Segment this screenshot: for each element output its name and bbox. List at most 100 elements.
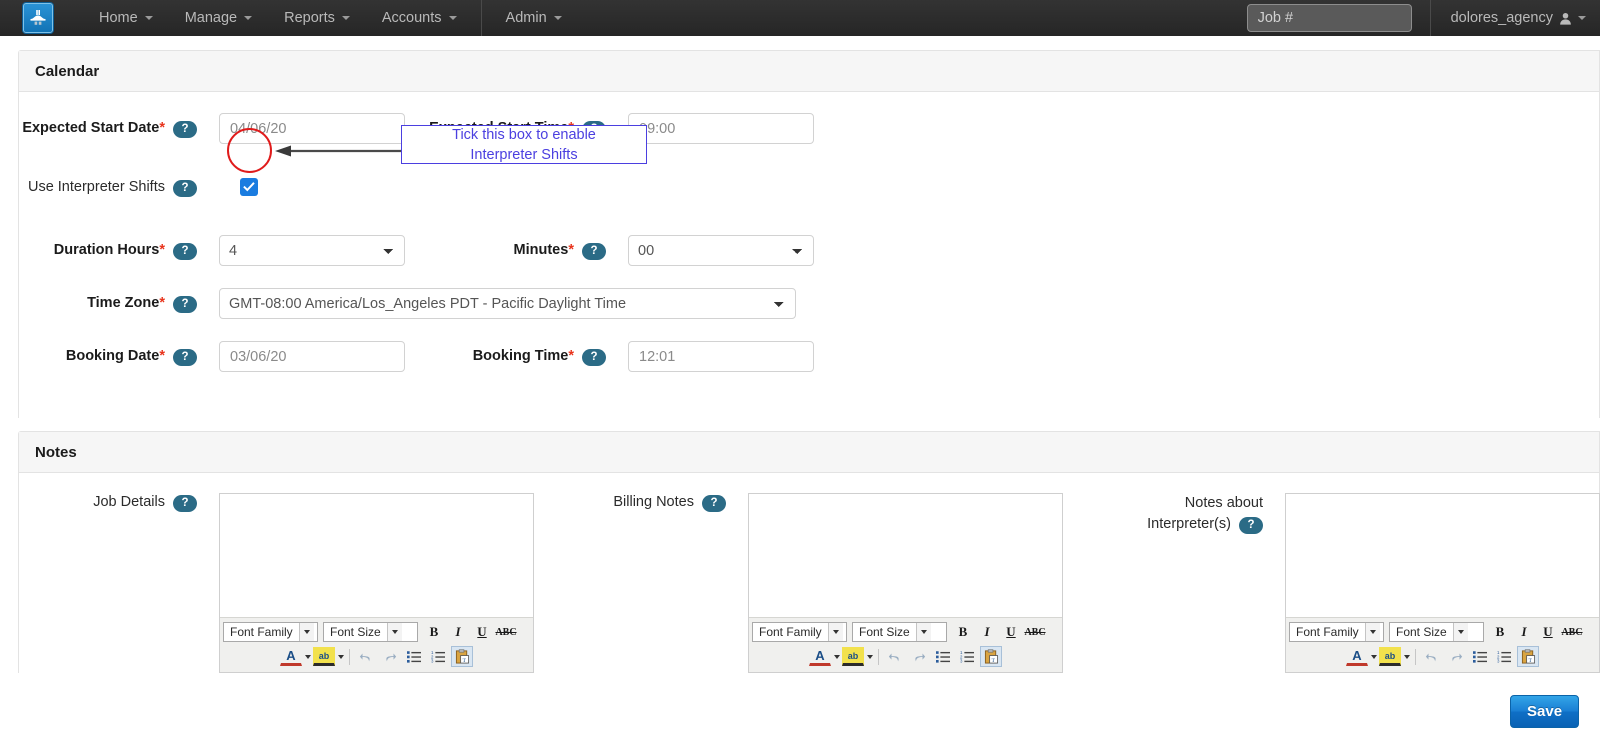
undo-icon[interactable] [884, 646, 906, 667]
chevron-down-icon [915, 623, 931, 641]
italic-icon[interactable]: I [976, 622, 998, 643]
required-marker: * [159, 295, 165, 311]
billing-notes-textarea[interactable] [749, 494, 1062, 617]
chevron-down-icon[interactable] [305, 654, 311, 659]
expected-start-date-input[interactable] [219, 113, 405, 144]
nav-item-accounts[interactable]: Accounts [366, 0, 473, 36]
job-details-editor[interactable]: Font Family Font Size B I U ABC A ab 1 2… [219, 493, 534, 673]
help-icon[interactable]: ? [173, 494, 197, 512]
anvil-logo-icon[interactable] [23, 3, 53, 33]
field-minutes: Minutes* ? 00 [428, 235, 814, 266]
font-family-select[interactable]: Font Family [1289, 622, 1384, 642]
field-booking-date: Booking Date* ? [19, 341, 405, 372]
chevron-down-icon[interactable] [867, 654, 873, 659]
italic-icon[interactable]: I [1513, 622, 1535, 643]
duration-hours-label: Duration Hours* ? [19, 235, 197, 260]
save-button[interactable]: Save [1510, 695, 1580, 728]
bullet-list-icon[interactable] [403, 646, 425, 667]
bold-icon[interactable]: B [1489, 622, 1511, 643]
chevron-down-icon[interactable] [1404, 654, 1410, 659]
paste-as-text-icon[interactable]: T [1517, 646, 1539, 667]
nav-item-manage[interactable]: Manage [169, 0, 268, 36]
underline-icon[interactable]: U [1537, 622, 1559, 643]
chevron-down-icon[interactable] [834, 654, 840, 659]
chevron-down-icon [827, 623, 843, 641]
job-details-label: Job Details ? [19, 493, 197, 512]
nav-item-reports[interactable]: Reports [268, 0, 366, 36]
bold-icon[interactable]: B [423, 622, 445, 643]
booking-time-input[interactable] [628, 341, 814, 372]
help-icon[interactable]: ? [173, 295, 197, 313]
help-icon[interactable]: ? [173, 348, 197, 366]
numbered-list-icon[interactable]: 1 2 3 [427, 646, 449, 667]
main-nav: Home Manage Reports Accounts Admin [83, 0, 578, 36]
time-zone-select[interactable]: GMT-08:00 America/Los_Angeles PDT - Paci… [219, 288, 796, 319]
bullet-list-icon[interactable] [1469, 646, 1491, 667]
chevron-down-icon [341, 16, 350, 20]
job-details-textarea[interactable] [220, 494, 533, 617]
nav-item-label: Reports [284, 10, 335, 26]
strikethrough-icon[interactable]: ABC [495, 622, 517, 643]
font-color-icon[interactable]: A [280, 647, 302, 666]
help-icon[interactable]: ? [582, 348, 606, 366]
help-icon[interactable]: ? [1239, 516, 1263, 534]
notes-about-interpreters-editor[interactable]: Font Family Font Size B I U ABC A ab 1 2… [1285, 493, 1600, 673]
nav-item-home[interactable]: Home [83, 0, 169, 36]
chevron-down-icon [144, 16, 153, 20]
redo-icon[interactable] [379, 646, 401, 667]
required-marker: * [159, 242, 165, 258]
booking-date-input[interactable] [219, 341, 405, 372]
expected-start-time-input[interactable] [628, 113, 814, 144]
checkmark-icon [243, 182, 255, 192]
paste-as-text-icon[interactable]: T [451, 646, 473, 667]
font-family-select[interactable]: Font Family [752, 622, 847, 642]
duration-hours-select[interactable]: 4 [219, 235, 405, 266]
help-icon[interactable]: ? [702, 494, 726, 512]
highlight-icon[interactable]: ab [842, 647, 864, 666]
billing-notes-editor[interactable]: Font Family Font Size B I U ABC A ab 1 2… [748, 493, 1063, 673]
font-color-icon[interactable]: A [1346, 647, 1368, 666]
undo-icon[interactable] [1421, 646, 1443, 667]
bold-icon[interactable]: B [952, 622, 974, 643]
font-size-select[interactable]: Font Size [323, 622, 418, 642]
underline-icon[interactable]: U [1000, 622, 1022, 643]
nav-divider [480, 0, 482, 36]
italic-icon[interactable]: I [447, 622, 469, 643]
font-color-icon[interactable]: A [809, 647, 831, 666]
help-icon[interactable]: ? [173, 179, 197, 197]
chevron-down-icon[interactable] [338, 654, 344, 659]
job-number-search-input[interactable] [1246, 4, 1412, 32]
numbered-list-icon[interactable]: 1 2 3 [1493, 646, 1515, 667]
font-family-select[interactable]: Font Family [223, 622, 318, 642]
chevron-down-icon[interactable] [1371, 654, 1377, 659]
strikethrough-icon[interactable]: ABC [1561, 622, 1583, 643]
paste-as-text-icon[interactable]: T [980, 646, 1002, 667]
undo-icon[interactable] [355, 646, 377, 667]
font-size-select[interactable]: Font Size [852, 622, 947, 642]
redo-icon[interactable] [1445, 646, 1467, 667]
booking-date-label: Booking Date* ? [19, 341, 197, 366]
job-details-toolbar: Font Family Font Size B I U ABC A ab 1 2… [220, 617, 533, 672]
underline-icon[interactable]: U [471, 622, 493, 643]
notes-editors-row: Job Details ? Font Family Font Size B I … [19, 473, 1600, 673]
bullet-list-icon[interactable] [932, 646, 954, 667]
use-interpreter-shifts-checkbox[interactable] [240, 178, 258, 196]
help-icon[interactable]: ? [173, 242, 197, 260]
font-size-select[interactable]: Font Size [1389, 622, 1484, 642]
user-account-label: dolores_agency [1450, 10, 1553, 26]
user-account-menu[interactable]: dolores_agency [1431, 0, 1600, 36]
help-icon[interactable]: ? [173, 120, 197, 138]
strikethrough-icon[interactable]: ABC [1024, 622, 1046, 643]
minutes-select[interactable]: 00 [628, 235, 814, 266]
nav-item-admin[interactable]: Admin [490, 0, 578, 36]
notes-about-interpreters-textarea[interactable] [1286, 494, 1599, 617]
highlight-icon[interactable]: ab [1379, 647, 1401, 666]
help-icon[interactable]: ? [582, 242, 606, 260]
notes-panel: Notes Job Details ? Font Family Font Siz… [18, 431, 1600, 673]
redo-icon[interactable] [908, 646, 930, 667]
field-use-interpreter-shifts: Use Interpreter Shifts ? [19, 177, 258, 197]
field-expected-start-date: Expected Start Date* ? [19, 113, 405, 144]
billing-notes-label: Billing Notes ? [566, 493, 726, 512]
numbered-list-icon[interactable]: 1 2 3 [956, 646, 978, 667]
highlight-icon[interactable]: ab [313, 647, 335, 666]
